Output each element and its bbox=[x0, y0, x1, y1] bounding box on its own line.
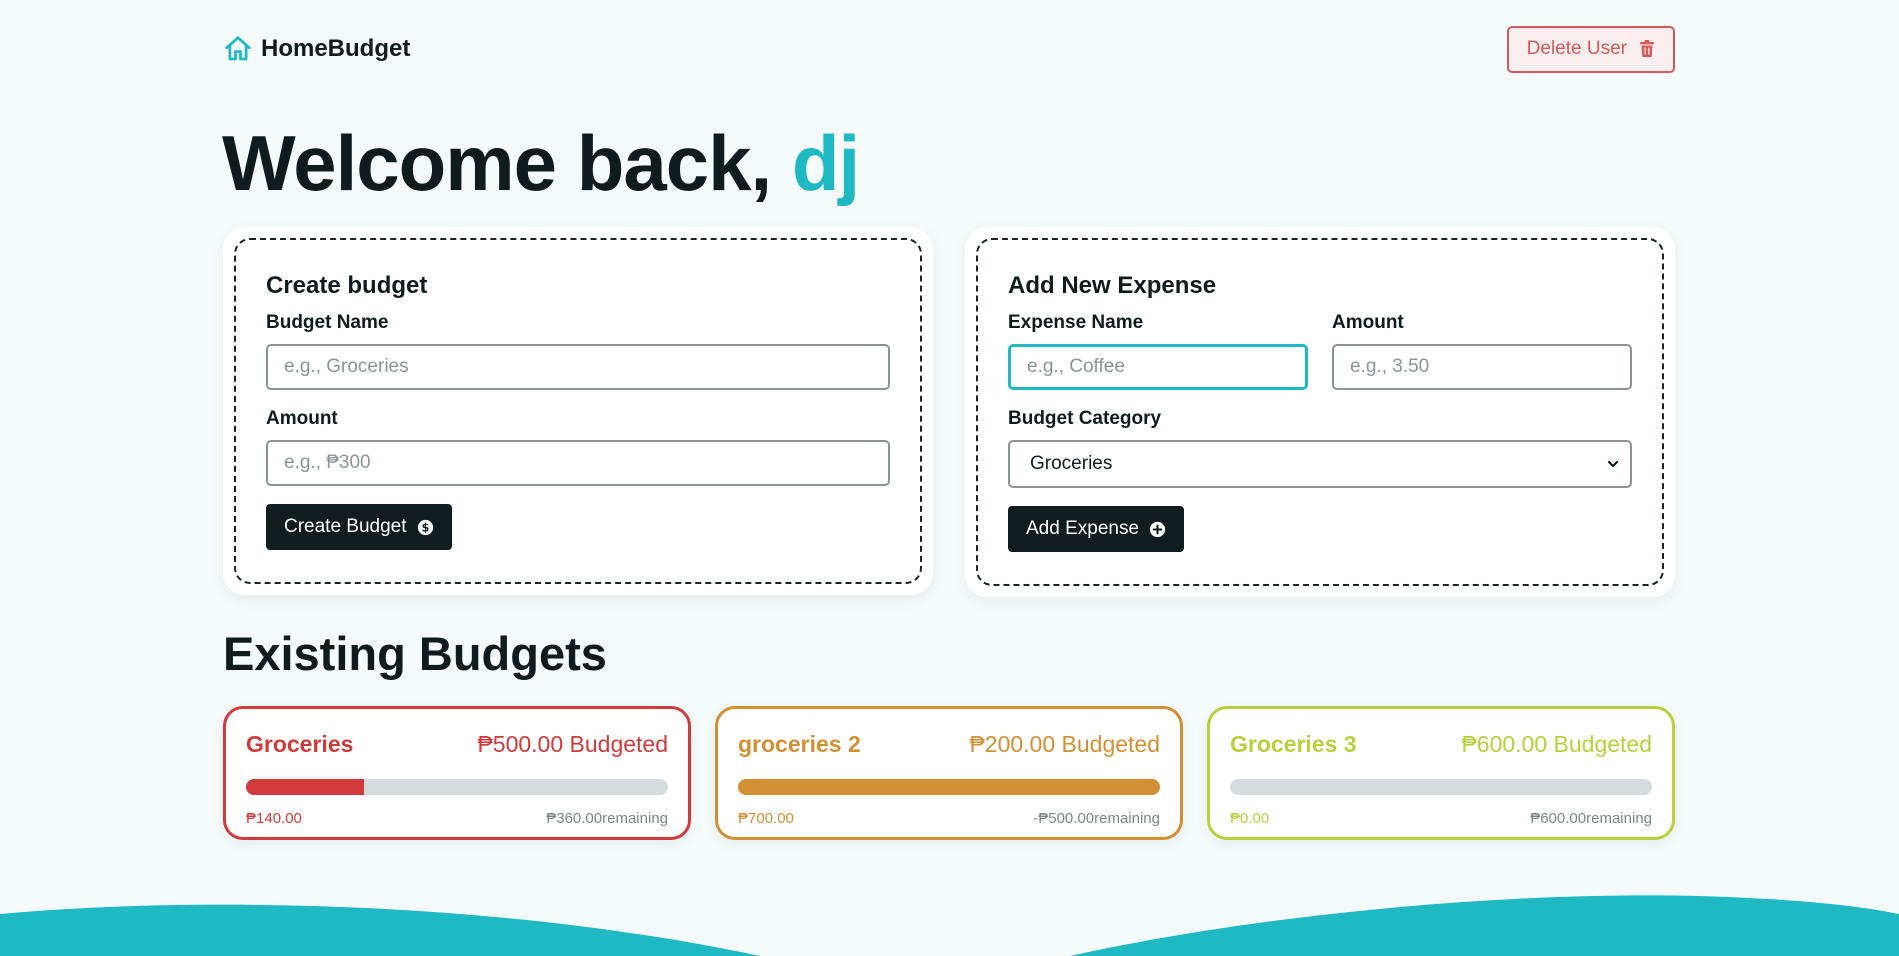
budget-category-value: Groceries bbox=[1030, 453, 1113, 474]
budget-name: Groceries 3 bbox=[1230, 730, 1357, 757]
existing-budgets-title: Existing Budgets bbox=[223, 627, 607, 680]
add-expense-card: Add New Expense Expense Name Amount Budg… bbox=[965, 227, 1675, 597]
delete-user-label: Delete User bbox=[1526, 38, 1627, 59]
budget-spent: ₱140.00 bbox=[246, 810, 302, 827]
budget-spent: ₱700.00 bbox=[738, 810, 794, 827]
budget-card[interactable]: Groceries 3 ₱600.00 Budgeted ₱0.00 ₱600.… bbox=[1207, 706, 1675, 840]
home-link[interactable]: HomeBudget bbox=[223, 34, 410, 64]
add-expense-title: Add New Expense bbox=[1008, 272, 1217, 299]
trash-icon bbox=[1640, 40, 1654, 57]
budget-amount: ₱600.00 Budgeted bbox=[1461, 730, 1652, 757]
budget-remaining: -₱500.00remaining bbox=[1033, 810, 1160, 827]
expense-amount-label: Amount bbox=[1332, 312, 1404, 333]
create-budget-button-label: Create Budget bbox=[284, 516, 407, 537]
budget-progress-bar bbox=[246, 779, 668, 795]
brand-name: HomeBudget bbox=[261, 35, 411, 62]
create-budget-card: Create budget Budget Name Amount Create … bbox=[223, 227, 933, 595]
expense-name-label: Expense Name bbox=[1008, 312, 1144, 333]
budget-amount-input[interactable] bbox=[266, 440, 890, 486]
budget-category-label: Budget Category bbox=[1008, 408, 1162, 429]
header: HomeBudget Delete User bbox=[223, 24, 1675, 74]
budget-remaining: ₱360.00remaining bbox=[546, 810, 668, 827]
create-budget-title: Create budget bbox=[266, 272, 428, 299]
add-expense-button[interactable]: Add Expense bbox=[1008, 506, 1185, 552]
budget-card[interactable]: Groceries ₱500.00 Budgeted ₱140.00 ₱360.… bbox=[223, 706, 691, 840]
budget-progress-fill bbox=[738, 779, 1160, 795]
page: HomeBudget Delete User Welcome back, dj … bbox=[0, 0, 1899, 956]
budget-card[interactable]: groceries 2 ₱200.00 Budgeted ₱700.00 -₱5… bbox=[715, 706, 1183, 840]
welcome-prefix: Welcome back, bbox=[222, 119, 792, 207]
budget-amount: ₱500.00 Budgeted bbox=[477, 730, 668, 757]
budget-name: groceries 2 bbox=[738, 730, 861, 757]
delete-user-button[interactable]: Delete User bbox=[1506, 25, 1675, 73]
currency-icon: $ bbox=[417, 519, 433, 535]
chevron-down-icon bbox=[1607, 460, 1619, 468]
budget-category-select[interactable]: Groceries bbox=[1008, 440, 1632, 488]
budget-spent: ₱0.00 bbox=[1230, 810, 1270, 827]
add-expense-button-label: Add Expense bbox=[1026, 518, 1140, 539]
budget-name: Groceries bbox=[246, 730, 354, 757]
username: dj bbox=[791, 119, 860, 207]
budget-name-input[interactable] bbox=[266, 344, 890, 390]
budget-amount: ₱200.00 Budgeted bbox=[969, 730, 1160, 757]
svg-text:$: $ bbox=[421, 521, 429, 534]
home-icon bbox=[223, 34, 253, 64]
create-budget-button[interactable]: Create Budget $ bbox=[266, 504, 452, 550]
expense-name-input[interactable] bbox=[1008, 344, 1308, 390]
budget-name-label: Budget Name bbox=[266, 312, 389, 333]
budget-remaining: ₱600.00remaining bbox=[1530, 810, 1652, 827]
expense-amount-input[interactable] bbox=[1332, 344, 1632, 390]
welcome-heading: Welcome back, dj bbox=[222, 118, 860, 209]
budget-progress-fill bbox=[246, 779, 365, 795]
footer-wave bbox=[0, 895, 1899, 956]
plus-circle-icon bbox=[1149, 521, 1166, 537]
budget-progress-bar bbox=[738, 779, 1160, 795]
budget-amount-label: Amount bbox=[266, 408, 338, 429]
budget-progress-bar bbox=[1230, 779, 1652, 795]
